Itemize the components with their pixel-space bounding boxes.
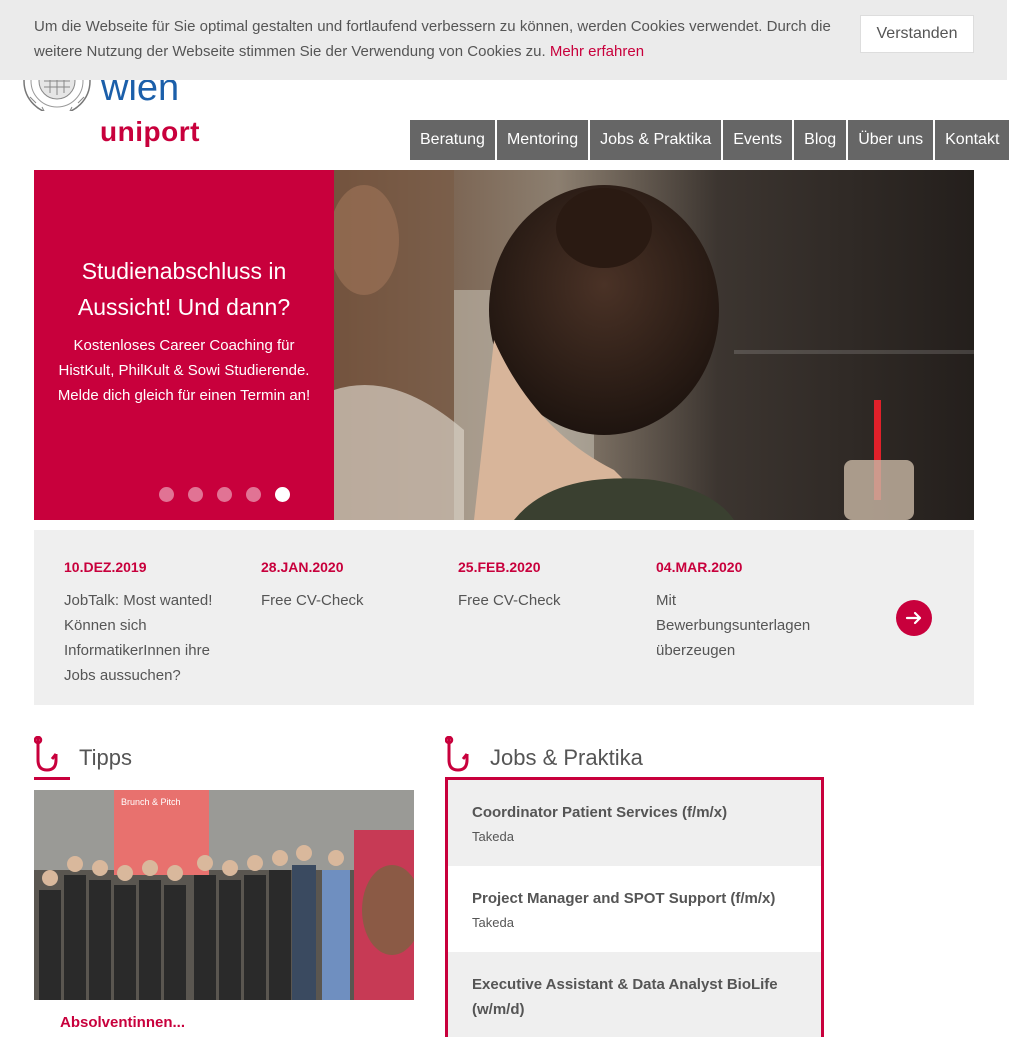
event-item[interactable]: 04.MAR.2020 Mit Bewerbungsunterlagen übe… bbox=[656, 558, 826, 663]
nav-item-jobs-praktika[interactable]: Jobs & Praktika bbox=[590, 120, 722, 160]
nav-item-kontakt[interactable]: Kontakt bbox=[935, 120, 1010, 160]
cookie-text-container: Um die Webseite für Sie optimal gestalte… bbox=[34, 14, 834, 64]
slider-dot-2[interactable] bbox=[188, 487, 203, 502]
slider-dots bbox=[159, 487, 290, 502]
event-title[interactable]: Free CV-Check bbox=[458, 588, 628, 613]
job-company: Takeda bbox=[472, 915, 514, 930]
arrow-right-icon bbox=[905, 611, 922, 625]
slider-dot-5-active[interactable] bbox=[275, 487, 290, 502]
job-title[interactable]: Coordinator Patient Services (f/m/x) bbox=[472, 800, 821, 825]
slider-dot-3[interactable] bbox=[217, 487, 232, 502]
tipps-caption[interactable]: Absolventinnen... bbox=[60, 1014, 185, 1031]
jobs-section-header: Jobs & Praktika bbox=[445, 736, 824, 776]
nav-item-events[interactable]: Events bbox=[723, 120, 793, 160]
event-title[interactable]: Mit Bewerbungsunterlagen überzeugen bbox=[656, 588, 826, 663]
event-date: 25.FEB.2020 bbox=[458, 559, 541, 575]
job-item[interactable]: Executive Assistant & Data Analyst BioLi… bbox=[448, 952, 821, 1037]
event-item[interactable]: 25.FEB.2020 Free CV-Check bbox=[458, 558, 628, 613]
hero-text-panel: Studienabschluss in Aussicht! Und dann? … bbox=[34, 170, 334, 520]
hero-title: Studienabschluss in Aussicht! Und dann? bbox=[77, 258, 291, 320]
tipps-title: Tipps bbox=[79, 745, 132, 770]
slider-dot-4[interactable] bbox=[246, 487, 261, 502]
tipps-image-text: Brunch & Pitch bbox=[121, 797, 181, 807]
hero-photo bbox=[334, 170, 974, 520]
job-title[interactable]: Project Manager and SPOT Support (f/m/x) bbox=[472, 886, 821, 911]
events-next-button[interactable] bbox=[896, 600, 932, 636]
event-date: 28.JAN.2020 bbox=[261, 559, 344, 575]
hook-icon bbox=[34, 736, 58, 772]
hero-slider: Studienabschluss in Aussicht! Und dann? … bbox=[34, 170, 974, 520]
event-date: 10.DEZ.2019 bbox=[64, 559, 147, 575]
event-title[interactable]: JobTalk: Most wanted! Können sich Inform… bbox=[64, 588, 234, 688]
tipps-image[interactable]: Brunch & Pitch bbox=[34, 790, 414, 1000]
job-item[interactable]: Coordinator Patient Services (f/m/x) Tak… bbox=[448, 780, 821, 866]
hero-body: Kostenloses Career Coaching für HistKult… bbox=[57, 337, 311, 404]
nav-item-mentoring[interactable]: Mentoring bbox=[496, 120, 589, 160]
section-underline bbox=[34, 777, 70, 780]
job-company: Takeda bbox=[472, 829, 514, 844]
cookie-banner: Um die Webseite für Sie optimal gestalte… bbox=[0, 0, 1007, 80]
event-item[interactable]: 10.DEZ.2019 JobTalk: Most wanted! Können… bbox=[64, 558, 234, 688]
jobs-title: Jobs & Praktika bbox=[490, 745, 643, 770]
main-nav: Beratung Mentoring Jobs & Praktika Event… bbox=[410, 120, 1010, 160]
cookie-accept-button[interactable]: Verstanden bbox=[860, 15, 974, 53]
cookie-more-link[interactable]: Mehr erfahren bbox=[550, 43, 644, 60]
events-strip: 10.DEZ.2019 JobTalk: Most wanted! Können… bbox=[34, 530, 974, 705]
hook-icon bbox=[445, 736, 469, 772]
jobs-list: Coordinator Patient Services (f/m/x) Tak… bbox=[445, 777, 824, 1037]
event-item[interactable]: 28.JAN.2020 Free CV-Check bbox=[261, 558, 431, 613]
job-title[interactable]: Executive Assistant & Data Analyst BioLi… bbox=[472, 972, 821, 1022]
event-date: 04.MAR.2020 bbox=[656, 559, 743, 575]
job-item[interactable]: Project Manager and SPOT Support (f/m/x)… bbox=[448, 866, 821, 952]
logo-uniport-text[interactable]: uniport bbox=[100, 114, 200, 150]
nav-item-ueber-uns[interactable]: Über uns bbox=[848, 120, 934, 160]
cookie-message: Um die Webseite für Sie optimal gestalte… bbox=[34, 18, 831, 60]
nav-item-blog[interactable]: Blog bbox=[794, 120, 847, 160]
nav-item-beratung[interactable]: Beratung bbox=[410, 120, 495, 160]
slider-dot-1[interactable] bbox=[159, 487, 174, 502]
event-title[interactable]: Free CV-Check bbox=[261, 588, 431, 613]
tipps-section-header: Tipps bbox=[34, 736, 414, 780]
